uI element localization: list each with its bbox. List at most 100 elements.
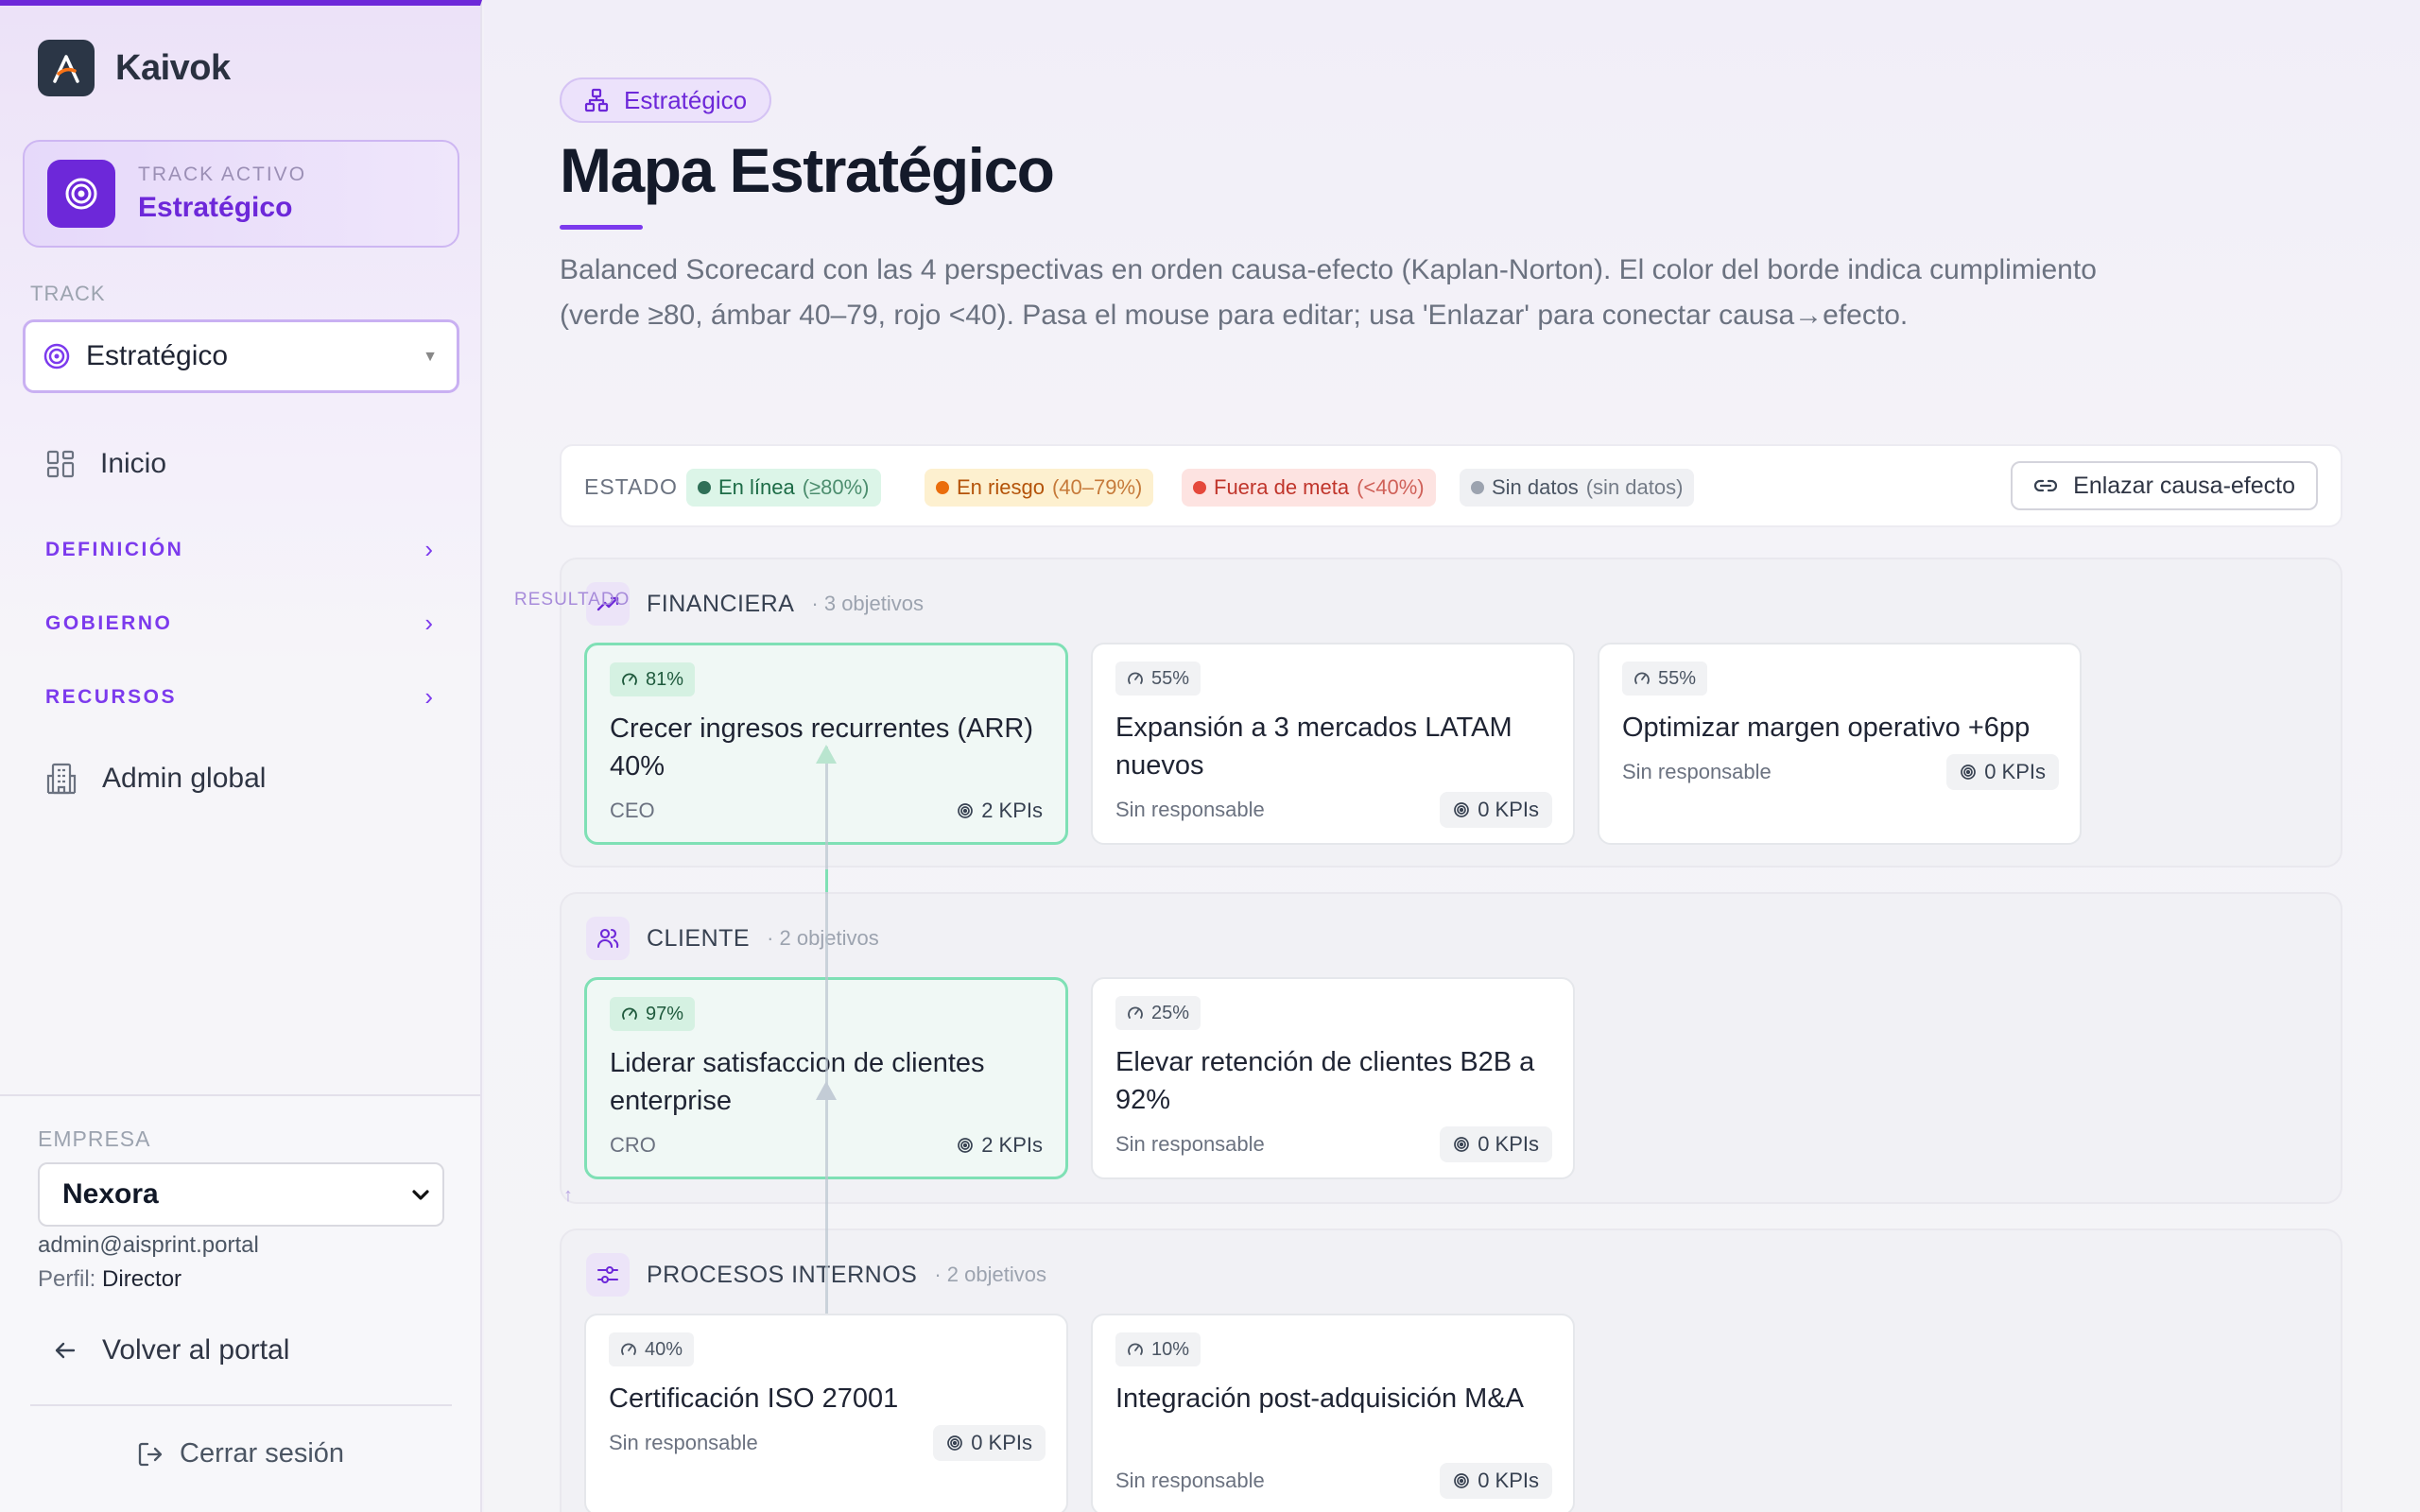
perspective-name: CLIENTE [647,924,751,952]
objective-owner: CEO [610,799,655,822]
objective-title: Elevar retención de clientes B2B a 92% [1115,1047,1535,1115]
status-legend: ESTADO En línea (≥80%) En riesgo (40–79%… [560,444,2342,527]
kpi-count[interactable]: 0 KPIs [1946,754,2059,790]
nav-section-label: RECURSOS [45,685,178,708]
progress-badge: 97% [610,997,696,1031]
user-email: admin@aisprint.portal [38,1232,259,1258]
perspective-count: · 2 objetivos [934,1263,1046,1286]
kpi-count[interactable]: 0 KPIs [1440,792,1552,828]
progress-value: 10% [1151,1338,1190,1360]
legend-chip-at-risk: En riesgo (40–79%) [925,469,1154,507]
perspective-result-tag: RESULTADO [514,590,631,610]
company-label: EMPRESA [38,1126,151,1151]
page-description: Balanced Scorecard con las 4 perspectiva… [560,254,2097,331]
objective-card[interactable]: 10% Integración post-adquisición M&A Sin… [1091,1314,1575,1512]
objective-card[interactable]: 55% Optimizar margen operativo +6pp Sin … [1598,643,2082,845]
users-icon [586,917,630,960]
company-select-value: Nexora [62,1178,159,1210]
legend-chip-sub: (<40%) [1357,475,1425,499]
kpi-count-label: 0 KPIs [1984,760,2046,783]
grid-icon [45,449,76,479]
objective-owner: Sin responsable [1622,760,1772,783]
nav-item-label: Inicio [100,448,167,479]
brand[interactable]: Kaivok [38,40,231,96]
status-dot-icon [1193,481,1206,494]
progress-badge: 10% [1115,1332,1201,1366]
nav-item-inicio[interactable]: Inicio [45,448,166,480]
brand-name: Kaivok [115,47,231,88]
user-role-label: Perfil: [38,1266,96,1292]
legend-chip-off-target: Fuera de meta (<40%) [1182,469,1436,507]
nav-section-label: DEFINICIÓN [45,538,184,560]
progress-badge: 25% [1115,996,1201,1030]
kpi-count-label: 0 KPIs [1478,1469,1539,1492]
link-cause-effect-button[interactable]: Enlazar causa-efecto [2011,461,2318,510]
kpi-count[interactable]: 0 KPIs [1440,1126,1552,1162]
progress-badge: 55% [1115,662,1201,696]
connector-arrow-up-icon [816,1081,837,1100]
legend-chip-no-data: Sin datos (sin datos) [1460,469,1695,507]
objective-card[interactable]: 55% Expansión a 3 mercados LATAM nuevos … [1091,643,1575,845]
kpi-count[interactable]: 0 KPIs [933,1425,1046,1461]
gauge-icon [1128,1006,1143,1019]
legend-chip-label: En riesgo [957,475,1045,499]
nav-section-recursos[interactable]: RECURSOS › [45,682,433,712]
sliders-icon [586,1253,630,1297]
divider [30,1404,452,1406]
logout-label: Cerrar sesión [180,1438,345,1469]
chevron-right-icon: › [424,535,433,563]
progress-value: 55% [1151,667,1190,689]
perspective-count: · 2 objetivos [767,926,879,950]
sidebar: Kaivok TRACK ACTIVO Estratégico TRACK Es… [0,0,482,1512]
nav-section-definicion[interactable]: DEFINICIÓN › [45,535,433,564]
objective-card[interactable]: 40% Certificación ISO 27001 Sin responsa… [584,1314,1068,1512]
objective-owner: Sin responsable [1115,1469,1265,1492]
objective-owner: Sin responsable [609,1431,758,1454]
nav-item-label: Admin global [102,763,267,794]
target-icon [1454,802,1470,817]
kpi-count[interactable]: 2 KPIs [943,793,1056,829]
connector-arrow-up-icon [816,745,837,764]
target-icon [1454,1137,1470,1152]
objective-owner: CRO [610,1133,656,1157]
progress-value: 97% [646,1003,684,1024]
kpi-count-label: 2 KPIs [981,1133,1043,1157]
chevron-right-icon: › [424,682,433,711]
progress-badge: 55% [1622,662,1708,696]
objective-card[interactable]: 25% Elevar retención de clientes B2B a 9… [1091,977,1575,1179]
caret-down-icon: ▼ [423,349,438,365]
status-dot-icon [1471,481,1484,494]
company-select[interactable]: Nexora [38,1162,444,1227]
back-to-portal-link[interactable]: Volver al portal [53,1334,289,1366]
active-track-caption: TRACK ACTIVO [138,163,307,185]
track-select[interactable]: Estratégico ▼ [23,319,459,393]
objective-title: Integración post-adquisición M&A [1115,1383,1525,1414]
target-icon [958,1138,974,1153]
gauge-icon [622,673,637,685]
perspective-header: CLIENTE · 2 objetivos [586,917,879,960]
kpi-count[interactable]: 0 KPIs [1440,1463,1552,1499]
nav-section-gobierno[interactable]: GOBIERNO › [45,609,433,638]
progress-value: 40% [645,1338,683,1360]
legend-caption: ESTADO [584,474,678,499]
progress-value: 25% [1151,1002,1190,1023]
legend-chip-sub: (≥80%) [802,475,870,499]
objective-owner: Sin responsable [1115,798,1265,821]
legend-chip-label: Fuera de meta [1214,475,1350,499]
track-pill-label: Estratégico [624,85,748,114]
page-title: Mapa Estratégico [560,135,1055,205]
main-content: Estratégico Mapa Estratégico Balanced Sc… [484,0,2420,1512]
nav-item-admin-global[interactable]: Admin global [45,762,266,796]
nav-section-label: GOBIERNO [45,611,173,634]
perspective-header: PROCESOS INTERNOS · 2 objetivos [586,1253,1046,1297]
progress-value: 55% [1658,667,1697,689]
kpi-count[interactable]: 2 KPIs [943,1127,1056,1163]
brand-logo-icon [38,40,95,96]
legend-chip-sub: (sin datos) [1585,475,1684,499]
progress-badge: 81% [610,662,696,696]
cause-effect-connector[interactable] [825,747,828,1314]
target-icon [958,803,974,818]
logout-button[interactable]: Cerrar sesión [136,1438,344,1469]
target-icon [47,160,115,228]
legend-chip-on-track: En línea (≥80%) [686,469,881,507]
